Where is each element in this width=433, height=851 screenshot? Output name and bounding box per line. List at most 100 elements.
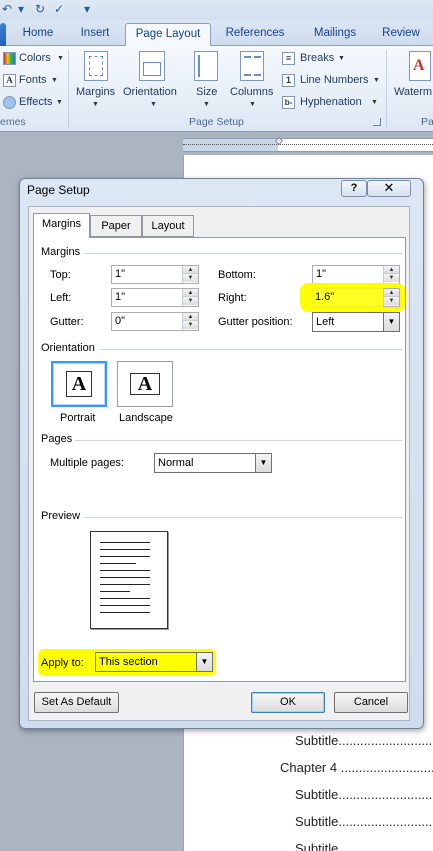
theme-colors-icon [3, 52, 16, 65]
chevron-down-icon[interactable]: ▼ [255, 454, 271, 472]
close-button[interactable]: ✕ [367, 180, 411, 197]
tab-home[interactable]: Home [10, 23, 66, 46]
chevron-down-icon: ▼ [338, 55, 345, 62]
theme-fonts-button[interactable]: Fonts [19, 74, 47, 86]
chevron-down-icon: ▼ [56, 99, 63, 106]
hyphenation-icon: b‑ [282, 96, 295, 109]
orientation-section-heading: Orientation [41, 342, 95, 354]
top-margin-value: 1" [115, 268, 126, 280]
size-button[interactable]: Size [196, 86, 217, 98]
help-button[interactable]: ? [341, 180, 367, 197]
spin-down-icon[interactable]: ▼ [183, 321, 198, 329]
gutter-value: 0" [115, 315, 126, 327]
left-margin-value: 1" [115, 291, 126, 303]
tab-review[interactable]: Review [372, 23, 430, 46]
bottom-margin-value: 1" [316, 268, 327, 280]
margins-section-heading: Margins [41, 246, 81, 258]
cancel-button[interactable]: Cancel [334, 692, 408, 713]
tab-paper[interactable]: Paper [90, 215, 142, 237]
preview-section-heading: Preview [41, 510, 81, 522]
spin-down-icon[interactable]: ▼ [384, 274, 399, 282]
gutter-position-value: Left [316, 316, 335, 328]
tab-insert[interactable]: Insert [68, 23, 122, 46]
columns-button[interactable]: Columns [230, 86, 273, 98]
portrait-label: Portrait [60, 412, 96, 424]
spin-up-icon[interactable]: ▲ [384, 289, 399, 297]
gutter-field[interactable]: 0" ▲ ▼ [111, 312, 199, 331]
dialog-title: Page Setup [27, 183, 90, 197]
group-divider [68, 50, 69, 128]
tab-layout[interactable]: Layout [142, 215, 194, 237]
gutter-position-label: Gutter position: [218, 316, 293, 328]
horizontal-ruler[interactable] [183, 137, 433, 152]
ok-button[interactable]: OK [251, 692, 325, 713]
chevron-down-icon: ▼ [51, 77, 58, 84]
margins-icon [84, 51, 108, 81]
section-divider [84, 517, 402, 518]
undo-icon[interactable]: ↶ [0, 2, 14, 16]
undo-dropdown-icon[interactable]: ▾ [14, 2, 28, 16]
tab-mailings[interactable]: Mailings [302, 23, 368, 46]
chevron-down-icon: ▼ [371, 99, 378, 106]
spelling-icon[interactable]: ✓ [52, 2, 66, 16]
page-setup-group-label: Page Setup [189, 116, 244, 128]
toc-line: Subtitle............................. [295, 733, 433, 748]
line-numbers-icon: 1 [282, 74, 295, 87]
multiple-pages-select[interactable]: Normal ▼ [154, 453, 272, 473]
watermark-button[interactable]: Waterm [394, 86, 432, 98]
breaks-button[interactable]: Breaks [300, 52, 334, 64]
toc-line: Chapter 4 .......................... [280, 760, 433, 775]
spin-up-icon[interactable]: ▲ [183, 266, 198, 274]
landscape-label: Landscape [119, 412, 173, 424]
toc-line: Subtitle [295, 841, 339, 851]
section-divider [84, 253, 402, 254]
section-divider [100, 349, 402, 350]
right-label: Right: [218, 292, 247, 304]
customize-qat-icon[interactable]: ▾ [80, 2, 94, 16]
set-as-default-button[interactable]: Set As Default [34, 692, 119, 713]
line-numbers-button[interactable]: Line Numbers [300, 74, 368, 86]
theme-colors-button[interactable]: Colors [19, 52, 51, 64]
portrait-option[interactable]: A [51, 361, 107, 407]
left-margin-strip [0, 155, 19, 851]
margins-button[interactable]: Margins [76, 86, 115, 98]
spin-up-icon[interactable]: ▲ [183, 289, 198, 297]
bottom-margin-field[interactable]: 1" ▲ ▼ [312, 265, 400, 284]
quick-access-toolbar: ↶ ▾ ↻ ✓ ▾ [0, 0, 433, 20]
watermark-icon: A [409, 51, 431, 81]
apply-to-value: This section [99, 656, 158, 668]
file-tab[interactable] [0, 23, 6, 46]
spin-down-icon[interactable]: ▼ [183, 297, 198, 305]
chevron-down-icon[interactable]: ▼ [383, 313, 399, 331]
spin-up-icon[interactable]: ▲ [384, 266, 399, 274]
orientation-button[interactable]: Orientation [123, 86, 177, 98]
multiple-pages-value: Normal [158, 457, 194, 469]
redo-icon[interactable]: ↻ [33, 2, 47, 16]
dialog-launcher-icon[interactable] [373, 118, 381, 126]
spin-down-icon[interactable]: ▼ [384, 297, 399, 305]
breaks-icon: ≡ [282, 52, 295, 65]
tab-margins[interactable]: Margins [33, 213, 90, 238]
theme-effects-button[interactable]: Effects [19, 96, 52, 108]
theme-fonts-icon: A [3, 74, 16, 87]
apply-to-select[interactable]: This section ▼ [95, 652, 213, 672]
page-preview [90, 531, 168, 629]
top-margin-field[interactable]: 1" ▲ ▼ [111, 265, 199, 284]
spin-down-icon[interactable]: ▼ [183, 274, 198, 282]
chevron-down-icon: ▼ [203, 101, 210, 108]
ribbon-tabs: Home Insert Page Layout References Maili… [0, 20, 433, 47]
chevron-down-icon[interactable]: ▼ [196, 653, 212, 671]
tab-page-layout[interactable]: Page Layout [125, 23, 211, 47]
left-margin-field[interactable]: 1" ▲ ▼ [111, 288, 199, 307]
chevron-down-icon: ▼ [373, 77, 380, 84]
chevron-down-icon: ▼ [57, 55, 64, 62]
hyphenation-button[interactable]: Hyphenation [300, 96, 362, 108]
spin-up-icon[interactable]: ▲ [183, 313, 198, 321]
chevron-down-icon: ▼ [92, 101, 99, 108]
group-divider [386, 50, 387, 128]
left-label: Left: [50, 292, 72, 304]
tab-references[interactable]: References [214, 23, 296, 46]
landscape-option[interactable]: A [117, 361, 173, 407]
themes-group-label: emes [0, 116, 26, 128]
gutter-position-select[interactable]: Left ▼ [312, 312, 400, 332]
